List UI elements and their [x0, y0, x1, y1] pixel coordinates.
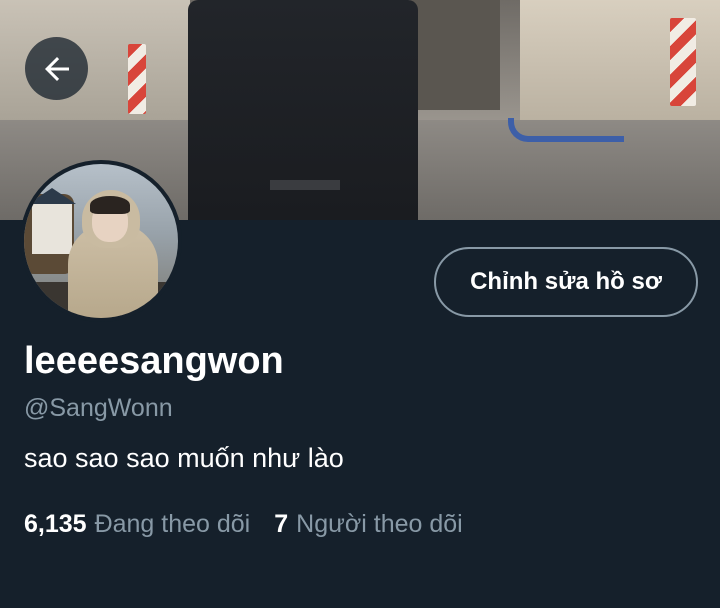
profile-avatar[interactable]: [20, 160, 182, 322]
arrow-left-icon: [39, 51, 75, 87]
followers-label: Người theo dõi: [296, 510, 463, 538]
banner-belt: [270, 180, 340, 190]
avatar-photo-house: [28, 188, 76, 254]
banner-traffic-barrier: [670, 18, 696, 106]
avatar-photo: [24, 164, 178, 318]
following-label: Đang theo dõi: [94, 510, 251, 538]
followers-count: 7: [274, 510, 289, 538]
banner-doorway: [410, 0, 500, 110]
banner-traffic-barrier: [128, 44, 146, 114]
profile-stats: 6,135 Đang theo dõi 7 Người theo dõi: [24, 510, 463, 539]
banner-hose: [508, 118, 624, 142]
following-stat[interactable]: 6,135 Đang theo dõi: [24, 510, 250, 539]
following-count: 6,135: [24, 510, 87, 538]
avatar-photo-hair: [90, 196, 130, 214]
profile-display-name: leeeesangwon: [24, 340, 284, 382]
profile-handle: @SangWonn: [24, 394, 173, 422]
followers-stat[interactable]: 7 Người theo dõi: [274, 510, 462, 539]
profile-bio: sao sao sao muốn như lào: [24, 443, 344, 473]
back-button[interactable]: [25, 37, 88, 100]
edit-profile-button[interactable]: Chỉnh sửa hồ sơ: [434, 247, 698, 317]
